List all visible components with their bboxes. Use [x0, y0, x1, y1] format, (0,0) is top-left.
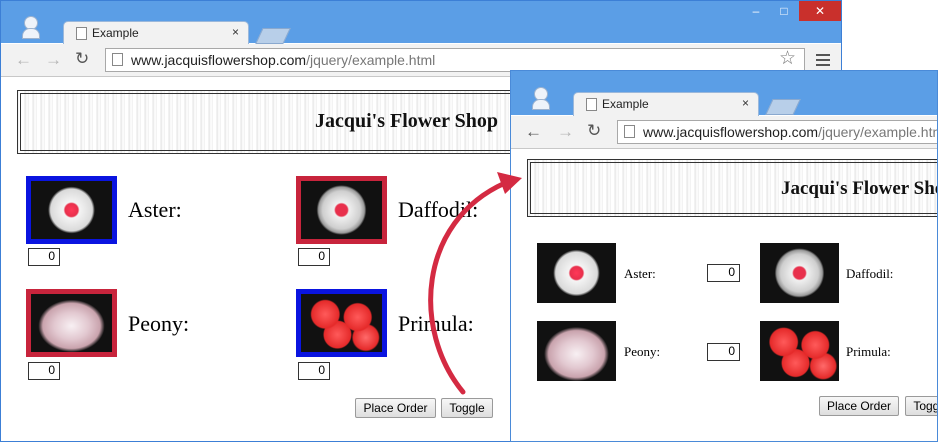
- tab-title: Example: [92, 26, 139, 40]
- maximize-button[interactable]: □: [771, 1, 797, 21]
- peony-quantity-input[interactable]: 0: [707, 343, 740, 361]
- page-icon: [624, 125, 635, 138]
- page-icon: [112, 53, 123, 66]
- daffodil-quantity-input[interactable]: 0: [298, 248, 330, 266]
- peony-label: Peony:: [624, 344, 661, 359]
- title-bar: Example × – □ ✕: [1, 1, 841, 44]
- aster-quantity-input[interactable]: 0: [707, 264, 740, 282]
- title-bar: Example ×: [511, 71, 937, 116]
- url-path: /jquery/example.html: [306, 52, 436, 68]
- primula-label: Primula:: [398, 311, 474, 336]
- reload-icon[interactable]: ↻: [75, 49, 89, 69]
- aster-image[interactable]: [26, 176, 117, 244]
- close-window-button[interactable]: ✕: [799, 1, 841, 21]
- page-icon: [76, 27, 87, 40]
- minimize-button[interactable]: –: [743, 1, 769, 21]
- toggle-button[interactable]: Toggle: [441, 398, 493, 418]
- primula-label: Primula:: [846, 344, 891, 359]
- place-order-button[interactable]: Place Order: [819, 396, 899, 416]
- peony-image[interactable]: [537, 321, 616, 381]
- tab-example[interactable]: Example ×: [573, 92, 759, 116]
- user-avatar-icon[interactable]: [22, 16, 40, 39]
- url-host: www.jacquisflowershop.com: [131, 52, 307, 68]
- browser-window-right: Example × ← → ↻ www.jacquisflowershop.co…: [510, 70, 938, 442]
- back-arrow-icon[interactable]: ←: [525, 122, 542, 142]
- aster-label: Aster:: [624, 266, 656, 281]
- toggle-button[interactable]: Toggle: [905, 396, 937, 416]
- tab-close-icon[interactable]: ×: [232, 25, 239, 39]
- new-tab-button[interactable]: [765, 99, 801, 115]
- daffodil-image[interactable]: [760, 243, 839, 303]
- place-order-button[interactable]: Place Order: [355, 398, 436, 418]
- peony-label: Peony:: [128, 311, 190, 336]
- banner-title: Jacqui's Flower Shop: [781, 178, 938, 199]
- reload-icon[interactable]: ↻: [587, 121, 601, 141]
- primula-image[interactable]: [296, 289, 387, 357]
- user-avatar-icon[interactable]: [532, 87, 550, 110]
- primula-image[interactable]: [760, 321, 839, 381]
- daffodil-image[interactable]: [296, 176, 387, 244]
- peony-quantity-input[interactable]: 0: [28, 362, 60, 380]
- banner-title: Jacqui's Flower Shop: [315, 110, 498, 132]
- aster-image[interactable]: [537, 243, 616, 303]
- daffodil-label: Daffodil:: [846, 266, 894, 281]
- aster-quantity-input[interactable]: 0: [28, 248, 60, 266]
- page-content: Jacqui's Flower Shop Aster: 0 Daffodil: …: [511, 149, 937, 441]
- page-icon: [586, 98, 597, 111]
- url-host: www.jacquisflowershop.com: [643, 124, 819, 140]
- address-bar[interactable]: www.jacquisflowershop.com/jquery/example…: [105, 48, 805, 72]
- url-path: /jquery/example.html: [818, 124, 938, 140]
- tab-example[interactable]: Example ×: [63, 21, 249, 44]
- new-tab-button[interactable]: [255, 28, 291, 44]
- primula-quantity-input[interactable]: 0: [298, 362, 330, 380]
- browser-toolbar: ← → ↻ www.jacquisflowershop.com/jquery/e…: [511, 116, 937, 149]
- forward-arrow-icon[interactable]: →: [557, 122, 574, 142]
- address-bar[interactable]: www.jacquisflowershop.com/jquery/example…: [617, 120, 938, 144]
- daffodil-label: Daffodil:: [398, 197, 479, 222]
- menu-icon[interactable]: [816, 54, 830, 69]
- tab-close-icon[interactable]: ×: [742, 96, 749, 110]
- forward-arrow-icon[interactable]: →: [45, 50, 62, 70]
- banner: Jacqui's Flower Shop: [527, 159, 938, 217]
- aster-label: Aster:: [128, 197, 182, 222]
- back-arrow-icon[interactable]: ←: [15, 50, 32, 70]
- bookmark-star-icon[interactable]: ☆: [779, 47, 796, 70]
- tab-title: Example: [602, 97, 649, 111]
- peony-image[interactable]: [26, 289, 117, 357]
